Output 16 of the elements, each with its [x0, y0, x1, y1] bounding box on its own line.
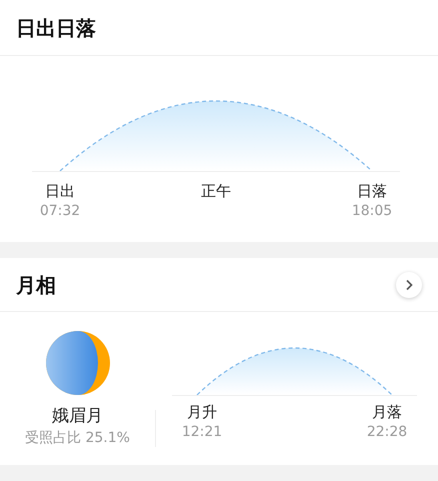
- point-time: 22:28: [366, 423, 408, 442]
- point-label: 月升: [187, 402, 217, 422]
- chevron-button[interactable]: [396, 272, 422, 298]
- illumination-text: 受照占比 25.1%: [25, 429, 130, 448]
- point-time: 18:05: [352, 202, 392, 221]
- point-time: 07:32: [40, 202, 80, 221]
- point-label: 日落: [357, 181, 387, 201]
- point-label: 日出: [45, 181, 75, 201]
- section-title: 日出日落: [16, 14, 96, 42]
- chevron-right-icon: [404, 278, 414, 290]
- point-label: 月落: [372, 402, 402, 422]
- moon-phase-name: 娥眉月: [52, 405, 103, 427]
- moon-phase-icon: [46, 331, 110, 395]
- point-time: 12:21: [182, 423, 222, 442]
- point-label: 正午: [201, 181, 231, 201]
- section-title: 月相: [16, 272, 56, 298]
